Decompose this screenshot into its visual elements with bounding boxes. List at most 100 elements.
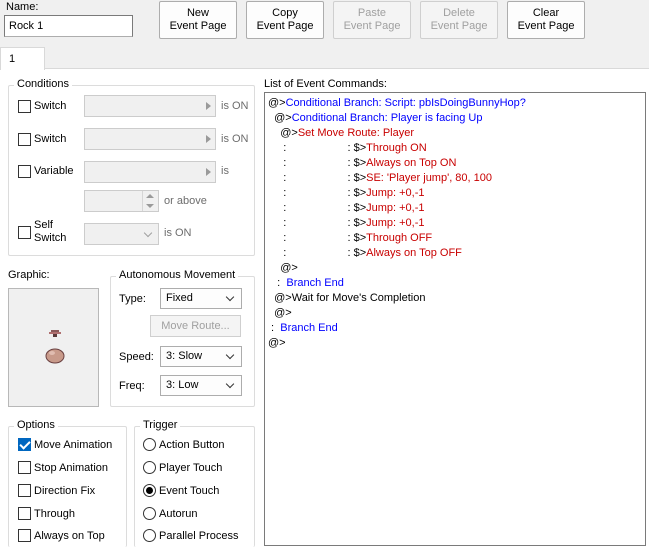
action-button-radio[interactable] (143, 438, 156, 451)
command-line[interactable]: : : $>Through ON (268, 141, 426, 156)
command-prefix: : $> (286, 157, 367, 169)
switch1-suffix: is ON (221, 100, 249, 112)
command-indent (268, 127, 280, 139)
event-touch-radio[interactable] (143, 484, 156, 497)
graphic-preview[interactable] (8, 288, 99, 407)
type-label: Type: (119, 293, 146, 305)
command-indent: : (268, 247, 287, 259)
move-animation-checkbox[interactable] (18, 438, 31, 451)
command-line[interactable]: : : $>SE: 'Player jump', 80, 100 (268, 171, 492, 186)
command-indent: : (268, 277, 281, 289)
movement-speed-select[interactable]: 3: Slow (160, 346, 242, 367)
move-route-button[interactable]: Move Route... (150, 315, 241, 337)
switch1-checkbox[interactable] (18, 100, 31, 113)
command-prefix: @> (268, 97, 286, 109)
command-line[interactable]: : : $>Always on Top ON (268, 156, 456, 171)
chevron-down-icon (225, 350, 235, 360)
chevron-down-icon (225, 292, 235, 302)
command-text: SE: 'Player jump', 80, 100 (366, 172, 493, 184)
command-text: Conditional Branch: Player is facing Up (291, 112, 483, 124)
command-line[interactable]: : Branch End (268, 321, 338, 336)
chevron-down-icon (143, 228, 153, 238)
command-prefix: @> (274, 292, 292, 304)
switch2-combo[interactable] (84, 128, 216, 150)
player-touch-label: Player Touch (159, 462, 223, 474)
copy-event-page-button[interactable]: Copy Event Page (246, 1, 324, 39)
self-switch-select[interactable] (84, 223, 159, 245)
command-indent: : (268, 202, 287, 214)
command-prefix: @> (268, 337, 286, 349)
tab-page-1[interactable]: 1 (0, 47, 45, 70)
variable-label: Variable (34, 165, 74, 177)
new-event-page-button[interactable]: New Event Page (159, 1, 237, 39)
command-prefix: @> (280, 127, 298, 139)
command-prefix: @> (274, 307, 292, 319)
command-text: Branch End (280, 322, 338, 334)
action-button-label: Action Button (159, 439, 225, 451)
delete-event-page-button[interactable]: Delete Event Page (420, 1, 498, 39)
command-line[interactable]: : Branch End (268, 276, 344, 291)
player-touch-radio[interactable] (143, 461, 156, 474)
variable-combo[interactable] (84, 161, 216, 183)
command-line[interactable]: @>Wait for Move's Completion (268, 291, 425, 306)
parallel-process-radio[interactable] (143, 529, 156, 542)
event-command-list[interactable]: @>Conditional Branch: Script: pbIsDoingB… (264, 92, 646, 546)
through-label: Through (34, 508, 75, 520)
autorun-radio[interactable] (143, 507, 156, 520)
movement-speed-value: 3: Slow (166, 350, 203, 362)
command-indent: : (268, 232, 287, 244)
command-prefix: : $> (286, 172, 367, 184)
movement-freq-value: 3: Low (166, 379, 199, 391)
event-name-input[interactable] (4, 15, 133, 37)
command-line[interactable]: @> (268, 306, 292, 321)
direction-fix-checkbox[interactable] (18, 484, 31, 497)
command-prefix: @> (274, 112, 292, 124)
command-list-label: List of Event Commands: (264, 78, 387, 90)
switch1-combo[interactable] (84, 95, 216, 117)
clear-event-page-button[interactable]: Clear Event Page (507, 1, 585, 39)
through-checkbox[interactable] (18, 507, 31, 520)
variable-checkbox[interactable] (18, 165, 31, 178)
command-line[interactable]: : : $>Jump: +0,-1 (268, 216, 424, 231)
command-prefix: : $> (286, 187, 367, 199)
command-text: Always on Top ON (366, 157, 457, 169)
always-on-top-checkbox[interactable] (18, 529, 31, 542)
command-text: Wait for Move's Completion (291, 292, 426, 304)
conditions-title: Conditions (14, 78, 72, 90)
command-indent: : (268, 187, 287, 199)
movement-type-select[interactable]: Fixed (160, 288, 242, 309)
command-line[interactable]: @> (268, 261, 298, 276)
arrow-right-icon (206, 168, 211, 176)
command-line[interactable]: : : $>Jump: +0,-1 (268, 186, 424, 201)
command-line[interactable]: : : $>Jump: +0,-1 (268, 201, 425, 216)
or-above-label: or above (164, 195, 207, 207)
graphic-label: Graphic: (8, 269, 50, 281)
command-line[interactable]: : : $>Always on Top OFF (268, 246, 462, 261)
command-line[interactable]: @>Conditional Branch: Player is facing U… (268, 111, 482, 126)
direction-fix-label: Direction Fix (34, 485, 96, 497)
spin-up-icon (146, 194, 154, 198)
variable-value-spinner[interactable] (84, 190, 159, 212)
freq-label: Freq: (119, 380, 145, 392)
command-line[interactable]: @>Conditional Branch: Script: pbIsDoingB… (268, 96, 526, 111)
self-switch-label: Self Switch (34, 219, 67, 244)
stop-animation-checkbox[interactable] (18, 461, 31, 474)
arrow-right-icon (206, 102, 211, 110)
always-on-top-label: Always on Top (34, 530, 105, 542)
switch2-suffix: is ON (221, 133, 249, 145)
self-switch-suffix: is ON (164, 227, 192, 239)
paste-event-page-button[interactable]: Paste Event Page (333, 1, 411, 39)
command-line[interactable]: @> (268, 336, 286, 351)
command-line[interactable]: : : $>Through OFF (268, 231, 432, 246)
arrow-right-icon (206, 135, 211, 143)
self-switch-checkbox[interactable] (18, 226, 31, 239)
switch2-checkbox[interactable] (18, 133, 31, 146)
command-text: Always on Top OFF (366, 247, 462, 259)
command-line[interactable]: @>Set Move Route: Player (268, 126, 414, 141)
parallel-process-label: Parallel Process (159, 530, 239, 542)
command-indent (268, 262, 280, 274)
speed-label: Speed: (119, 351, 154, 363)
command-text: Jump: +0,-1 (366, 202, 425, 214)
movement-freq-select[interactable]: 3: Low (160, 375, 242, 396)
event-touch-label: Event Touch (159, 485, 220, 497)
